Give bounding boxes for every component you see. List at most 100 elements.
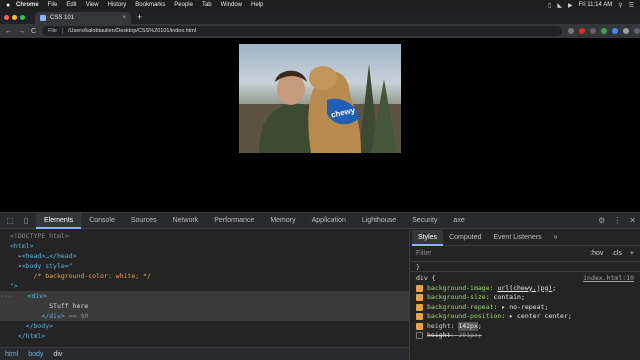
new-tab-button[interactable]: + <box>137 12 142 24</box>
hov-button[interactable]: :hov <box>590 250 603 257</box>
css-rule-div[interactable]: div { index.html:10 background-image: ur… <box>410 272 640 343</box>
minimize-window-button[interactable] <box>12 14 17 20</box>
tab-axe[interactable]: axe <box>445 213 472 229</box>
dom-doctype[interactable]: <!DOCTYPE html> <box>0 231 409 241</box>
extension-gray-icon[interactable] <box>590 28 597 34</box>
url-text[interactable]: /Users/kalobtaulien/Desktop/CSS%20101/in… <box>68 28 196 34</box>
declaration-background-image[interactable]: background-image: url(chewy.jpg); <box>416 284 634 294</box>
menu-clock[interactable]: Fri 11:14 AM <box>579 2 613 8</box>
menu-history[interactable]: History <box>108 2 127 8</box>
ellipsis-icon[interactable]: ··· <box>0 292 12 300</box>
cls-button[interactable]: .cls <box>611 250 622 257</box>
tab-console[interactable]: Console <box>81 213 123 229</box>
dom-head[interactable]: ▸<head>…</head> <box>0 251 409 261</box>
tab-styles[interactable]: Styles <box>412 229 444 246</box>
reload-button[interactable]: C <box>31 28 36 35</box>
dog-photo-art: chewy <box>239 64 401 153</box>
tab-computed[interactable]: Computed <box>443 230 487 246</box>
star-icon[interactable] <box>568 28 575 34</box>
device-toolbar-icon[interactable]: ▯ <box>20 216 32 225</box>
settings-gear-icon[interactable]: ⚙ <box>598 216 605 225</box>
menu-chrome[interactable]: Chrome <box>16 2 39 8</box>
dom-body-close[interactable]: </body> <box>0 321 409 331</box>
extension-green-icon[interactable] <box>601 28 608 34</box>
extension-icons <box>568 28 640 34</box>
search-icon[interactable]: ⚲ <box>618 2 622 9</box>
declaration-checkbox[interactable] <box>416 294 423 302</box>
breadcrumb-body[interactable]: body <box>28 351 43 358</box>
extension-red-icon[interactable] <box>579 28 586 34</box>
dom-html-open[interactable]: <html> <box>0 241 409 251</box>
rule-selector[interactable]: div { <box>416 274 436 284</box>
styles-tab-bar: Styles Computed Event Listeners » <box>410 229 640 246</box>
declaration-checkbox[interactable] <box>416 313 423 321</box>
more-options-icon[interactable]: ⋮ <box>613 216 621 225</box>
new-rule-button[interactable]: + <box>630 250 634 257</box>
declaration-checkbox[interactable] <box>416 322 423 330</box>
battery-icon[interactable]: ▯ <box>548 2 551 9</box>
menu-edit[interactable]: Edit <box>66 2 76 8</box>
menu-list-icon[interactable]: ☰ <box>629 2 634 9</box>
dom-div-open[interactable]: ··· <div> <box>0 291 409 301</box>
dom-body-open[interactable]: ▾<body style=" <box>0 261 409 271</box>
declaration-checkbox-unchecked[interactable] <box>416 332 423 340</box>
tab-event-listeners[interactable]: Event Listeners <box>487 230 547 246</box>
zoom-window-button[interactable] <box>20 14 25 20</box>
inspect-element-icon[interactable]: ⬚ <box>4 216 16 225</box>
height-value-editing[interactable]: 142px <box>458 321 478 331</box>
menu-tab[interactable]: Tab <box>202 2 212 8</box>
rule-header: div { index.html:10 <box>416 274 634 284</box>
declaration-height-disabled[interactable]: height: 201px; <box>416 331 634 341</box>
forward-button[interactable]: → <box>18 28 25 35</box>
menu-view[interactable]: View <box>86 2 99 8</box>
declaration-checkbox[interactable] <box>416 303 423 311</box>
wifi-icon[interactable]: ◣ <box>557 2 562 9</box>
styles-filter-input[interactable]: Filter <box>416 250 582 257</box>
address-bar[interactable]: File /Users/kalobtaulien/Desktop/CSS%201… <box>42 26 563 36</box>
menu-people[interactable]: People <box>174 2 193 8</box>
devtools-panel: ⬚ ▯ Elements Console Sources Network Per… <box>0 212 640 360</box>
favicon-icon <box>40 15 46 21</box>
dom-selected-div[interactable]: ··· <div> STuff here </div> == $0 <box>0 291 409 321</box>
dom-div-close[interactable]: </div> == $0 <box>0 311 409 321</box>
breadcrumb-div[interactable]: div <box>53 351 62 358</box>
declaration-checkbox[interactable] <box>416 284 423 292</box>
browser-tab[interactable]: CSS 101 × <box>35 12 131 24</box>
dom-html-close[interactable]: </html> <box>0 331 409 341</box>
declaration-height-active[interactable]: height: 142px; <box>416 321 634 331</box>
more-tabs-icon[interactable]: » <box>548 230 564 246</box>
dom-body-style-comment[interactable]: /* background-color: white; */ <box>0 271 409 281</box>
elements-dom-tree[interactable]: <!DOCTYPE html> <html> ▸<head>…</head> ▾… <box>0 230 409 346</box>
back-button[interactable]: ← <box>5 28 12 35</box>
close-devtools-icon[interactable]: ✕ <box>629 216 636 225</box>
apple-icon[interactable]: ● <box>6 2 16 9</box>
extension-blue-icon[interactable] <box>612 28 619 34</box>
tab-lighthouse[interactable]: Lighthouse <box>354 213 404 229</box>
tab-elements[interactable]: Elements <box>36 212 82 229</box>
kebab-menu-icon[interactable] <box>634 28 640 34</box>
menu-window[interactable]: Window <box>221 2 242 8</box>
url-scheme-chip[interactable]: File <box>48 28 63 34</box>
tab-memory[interactable]: Memory <box>262 213 303 229</box>
tab-title: CSS 101 <box>50 15 75 21</box>
declaration-background-repeat[interactable]: background-repeat: ▸ no-repeat; <box>416 303 634 313</box>
menu-bookmarks[interactable]: Bookmarks <box>135 2 165 8</box>
tab-application[interactable]: Application <box>304 213 354 229</box>
tab-close-icon[interactable]: × <box>122 15 126 21</box>
tab-sources[interactable]: Sources <box>123 213 165 229</box>
tab-security[interactable]: Security <box>404 213 445 229</box>
tab-network[interactable]: Network <box>165 213 207 229</box>
rule-source-link[interactable]: index.html:10 <box>583 274 634 284</box>
declaration-background-size[interactable]: background-size: contain; <box>416 293 634 303</box>
close-window-button[interactable] <box>4 14 9 20</box>
menu-file[interactable]: File <box>48 2 58 8</box>
volume-icon[interactable]: ▶ <box>568 2 573 9</box>
dom-div-text[interactable]: STuff here <box>0 301 409 311</box>
breadcrumb-html[interactable]: html <box>5 351 18 358</box>
dom-body-style-close[interactable]: "> <box>0 281 409 291</box>
menu-help[interactable]: Help <box>251 2 263 8</box>
tab-performance[interactable]: Performance <box>206 213 262 229</box>
declaration-background-position[interactable]: background-position: ▸ center center; <box>416 312 634 322</box>
profile-avatar[interactable] <box>623 28 630 34</box>
page-viewport: chewy <box>0 38 640 212</box>
